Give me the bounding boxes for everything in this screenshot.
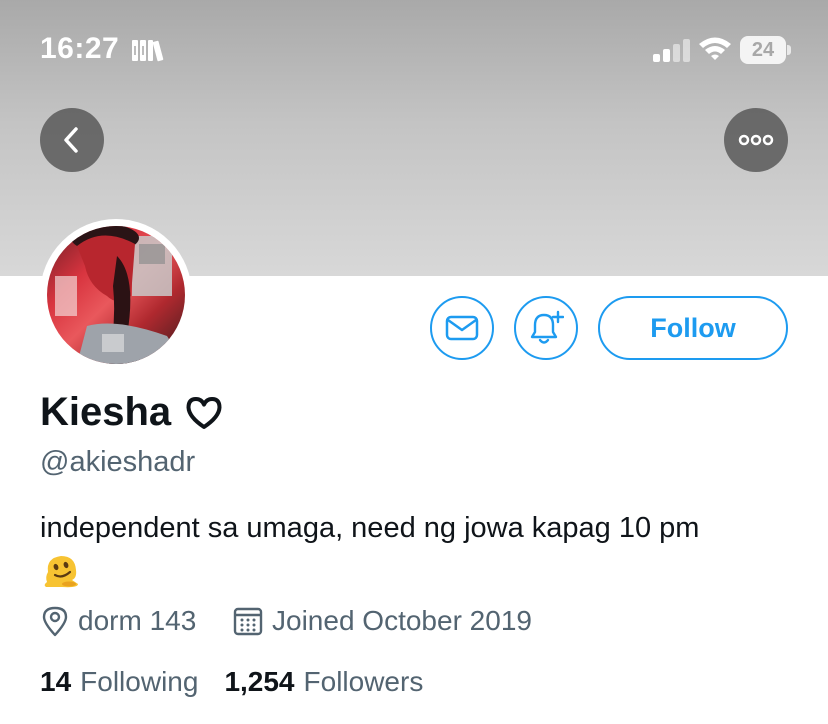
calendar-icon <box>233 607 263 636</box>
signal-icon <box>653 39 690 62</box>
display-name: Kiesha <box>40 390 223 435</box>
username-handle: @akieshadr <box>40 446 196 478</box>
ellipsis-icon <box>738 134 774 146</box>
bell-plus-icon <box>530 310 564 344</box>
message-button[interactable] <box>430 296 494 360</box>
profile-location: dorm 143 <box>40 605 196 637</box>
back-button[interactable] <box>40 108 104 172</box>
battery-icon: 24 <box>740 36 792 64</box>
avatar[interactable] <box>40 219 192 371</box>
follow-stats: 14 Following 1,254 Followers <box>40 666 423 698</box>
mail-icon <box>445 315 479 341</box>
heart-outline-icon <box>186 396 222 429</box>
melting-face-emoji <box>44 556 78 588</box>
profile-joined-date: Joined October 2019 <box>232 605 532 637</box>
location-pin-icon <box>42 606 68 637</box>
more-options-button[interactable] <box>724 108 788 172</box>
following-link[interactable]: 14 Following <box>40 666 198 698</box>
bio-text: independent sa umaga, need ng jowa kapag… <box>40 512 700 544</box>
status-time: 16:27 <box>40 32 120 65</box>
followers-label: Followers <box>303 666 424 697</box>
wifi-icon <box>699 37 731 60</box>
followers-count: 1,254 <box>224 666 295 697</box>
following-label: Following <box>80 666 199 697</box>
display-name-text: Kiesha <box>40 390 172 434</box>
books-icon <box>132 40 164 62</box>
follow-button[interactable]: Follow <box>598 296 788 360</box>
avatar-photo <box>47 226 185 364</box>
notifications-button[interactable] <box>514 296 578 360</box>
joined-text: Joined October 2019 <box>272 605 532 636</box>
location-text: dorm 143 <box>78 605 197 636</box>
battery-level: 24 <box>751 38 775 61</box>
chevron-left-icon <box>64 127 78 153</box>
followers-link[interactable]: 1,254 Followers <box>224 666 423 698</box>
following-count: 14 <box>40 666 72 697</box>
